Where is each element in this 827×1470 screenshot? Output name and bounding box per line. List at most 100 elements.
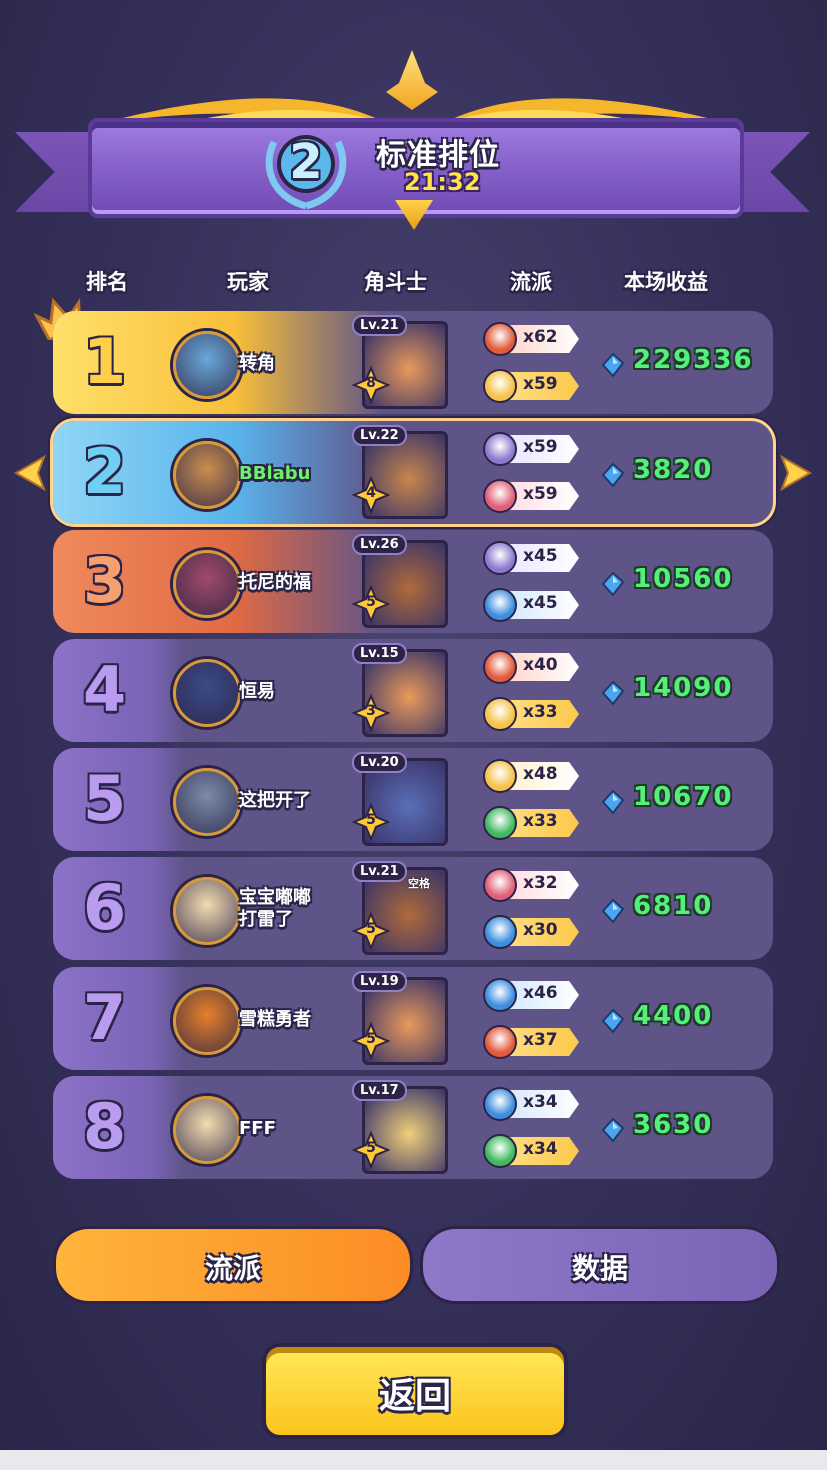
player-name-line2: 打雷了 — [239, 909, 293, 930]
current-player-arrow-left — [14, 455, 46, 491]
player-avatar[interactable] — [173, 550, 241, 618]
school-tag[interactable]: x59 — [483, 369, 579, 403]
ranking-row[interactable]: 2 BBlabu Lv.22 4 x59 x59 3820 — [53, 421, 773, 524]
water-drop-icon — [483, 588, 517, 622]
player-avatar[interactable] — [173, 1096, 241, 1164]
column-header-earnings: 本场收益 — [624, 270, 708, 294]
school-tag[interactable]: x34 — [483, 1134, 579, 1168]
player-name: 转角 — [239, 353, 275, 374]
column-header-hero: 角斗士 — [364, 270, 427, 294]
star-count-badge: 5 — [351, 1130, 391, 1170]
player-name: 雪糕勇者 — [239, 1009, 311, 1030]
earnings-value: 14090 — [633, 673, 734, 703]
school-tag-count: x32 — [523, 873, 558, 893]
player-name: 托尼的福 — [239, 572, 311, 593]
star-count-badge: 5 — [351, 584, 391, 624]
potion-icon — [483, 806, 517, 840]
school-tag[interactable]: x32 — [483, 868, 579, 902]
player-name: 这把开了 — [239, 790, 311, 811]
school-tag[interactable]: x33 — [483, 806, 579, 840]
heart-icon — [483, 369, 517, 403]
star-count-badge: 3 — [351, 693, 391, 733]
player-avatar[interactable] — [173, 987, 241, 1055]
hero-badge: 空格 — [408, 877, 430, 890]
player-avatar[interactable] — [173, 877, 241, 945]
player-avatar[interactable] — [173, 659, 241, 727]
feather-icon — [483, 479, 517, 513]
school-tag[interactable]: x45 — [483, 588, 579, 622]
star-count: 3 — [366, 703, 376, 719]
hero-level: Lv.19 — [352, 971, 407, 992]
hero-level: Lv.15 — [352, 643, 407, 664]
water-drop-icon — [483, 915, 517, 949]
star-count: 8 — [366, 375, 376, 391]
tab-school-label: 流派 — [204, 1252, 261, 1285]
school-tag[interactable]: x59 — [483, 479, 579, 513]
heart-icon — [483, 697, 517, 731]
school-tag[interactable]: x45 — [483, 541, 579, 575]
school-tag[interactable]: x33 — [483, 697, 579, 731]
ranking-row[interactable]: 7 雪糕勇者 Lv.19 5 x46 x37 4400 — [53, 967, 773, 1070]
school-tag[interactable]: x62 — [483, 322, 579, 356]
back-button[interactable]: 返回 — [262, 1343, 568, 1439]
rank-number: 6 — [83, 871, 127, 944]
potion-icon — [483, 1134, 517, 1168]
rank-number: 1 — [83, 325, 127, 398]
school-tag[interactable]: x46 — [483, 978, 579, 1012]
hero-level: Lv.21 — [352, 861, 407, 882]
water-drop-icon — [483, 1087, 517, 1121]
school-tag-count: x37 — [523, 1030, 558, 1050]
crystal-icon — [601, 1008, 625, 1034]
ranking-row[interactable]: 5 这把开了 Lv.20 5 x48 x33 10670 — [53, 748, 773, 851]
player-name-line1: 宝宝嘟嘟 — [239, 887, 311, 908]
sword-icon — [483, 432, 517, 466]
rank-number: 5 — [83, 762, 127, 835]
player-name: 恒易 — [239, 681, 275, 702]
school-tag[interactable]: x48 — [483, 759, 579, 793]
tab-school[interactable]: 流派 — [53, 1226, 413, 1304]
school-tag-count: x33 — [523, 811, 558, 831]
rank-number: 4 — [83, 653, 127, 726]
school-tag-count: x45 — [523, 546, 558, 566]
star-count-badge: 5 — [351, 802, 391, 842]
player-avatar[interactable] — [173, 331, 241, 399]
ranking-row[interactable]: 1 转角 Lv.21 8 x62 x59 229336 — [53, 311, 773, 414]
hero-level: Lv.20 — [352, 752, 407, 773]
rank-number: 2 — [83, 435, 127, 508]
star-count: 5 — [366, 594, 376, 610]
fire-icon — [483, 1025, 517, 1059]
ranking-row[interactable]: 6 宝宝嘟嘟 打雷了 空格 Lv.21 5 x32 x30 6810 — [53, 857, 773, 960]
school-tag-count: x40 — [523, 655, 558, 675]
column-header-rank: 排名 — [86, 270, 128, 294]
school-tag[interactable]: x40 — [483, 650, 579, 684]
school-tag-count: x30 — [523, 920, 558, 940]
star-count-badge: 8 — [351, 365, 391, 405]
crystal-icon — [601, 1117, 625, 1143]
back-button-label: 返回 — [378, 1376, 451, 1417]
water-drop-icon — [483, 978, 517, 1012]
player-avatar[interactable] — [173, 768, 241, 836]
column-header-player: 玩家 — [227, 270, 269, 294]
tab-data-label: 数据 — [571, 1252, 628, 1285]
ranking-row[interactable]: 8 FFF Lv.17 5 x34 x34 3630 — [53, 1076, 773, 1179]
earnings-value: 6810 — [633, 891, 714, 921]
fire-icon — [483, 650, 517, 684]
school-tag-count: x46 — [523, 983, 558, 1003]
school-tag-count: x59 — [523, 437, 558, 457]
star-count: 4 — [366, 485, 376, 501]
school-tag-count: x48 — [523, 764, 558, 784]
school-tag[interactable]: x37 — [483, 1025, 579, 1059]
hero-level: Lv.22 — [352, 425, 407, 446]
ranking-row[interactable]: 3 托尼的福 Lv.26 5 x45 x45 10560 — [53, 530, 773, 633]
school-tag[interactable]: x34 — [483, 1087, 579, 1121]
tab-data[interactable]: 数据 — [420, 1226, 780, 1304]
school-tag-count: x34 — [523, 1092, 558, 1112]
school-tag-count: x45 — [523, 593, 558, 613]
school-tag[interactable]: x30 — [483, 915, 579, 949]
player-avatar[interactable] — [173, 441, 241, 509]
ranking-row[interactable]: 4 恒易 Lv.15 3 x40 x33 14090 — [53, 639, 773, 742]
star-count: 5 — [366, 1140, 376, 1156]
hero-level: Lv.26 — [352, 534, 407, 555]
sword-icon — [483, 541, 517, 575]
school-tag[interactable]: x59 — [483, 432, 579, 466]
